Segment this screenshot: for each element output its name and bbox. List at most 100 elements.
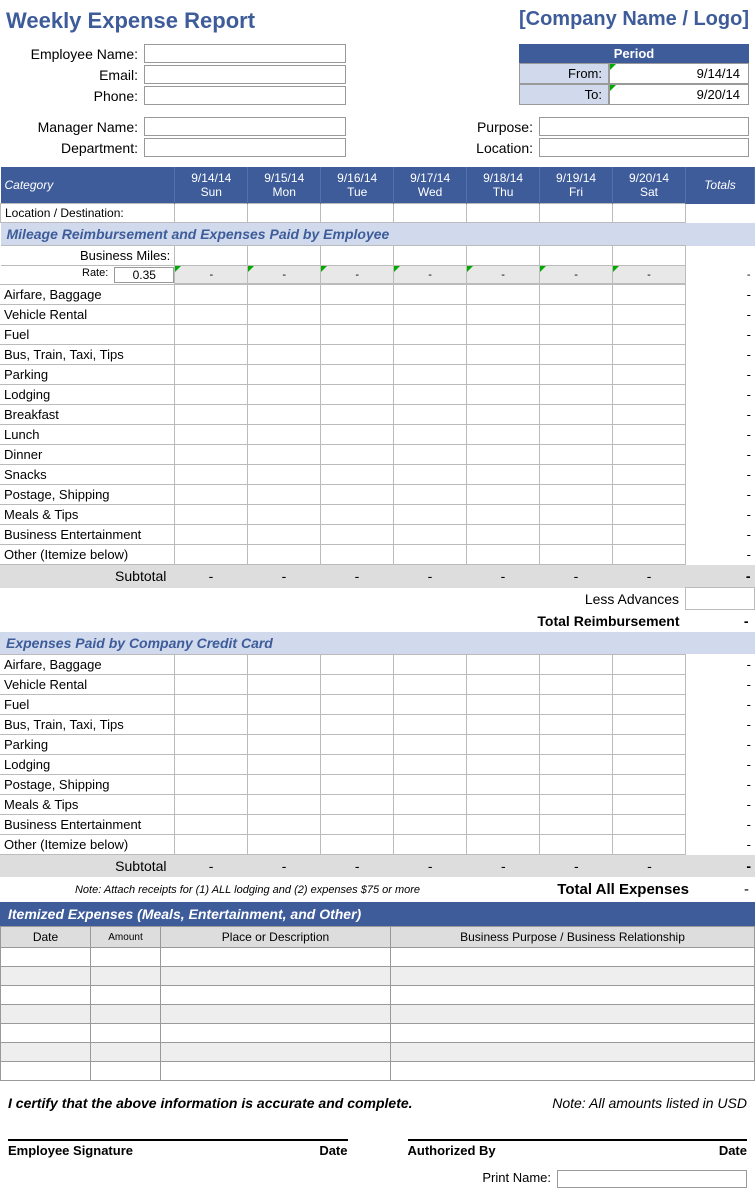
cell[interactable] — [613, 425, 686, 445]
cell[interactable] — [175, 325, 248, 345]
cell[interactable] — [175, 365, 248, 385]
cell[interactable] — [175, 445, 248, 465]
cell[interactable] — [248, 695, 321, 715]
cell[interactable] — [613, 345, 686, 365]
cell[interactable] — [175, 505, 248, 525]
cell[interactable] — [540, 525, 613, 545]
cell[interactable] — [540, 675, 613, 695]
cell[interactable] — [540, 795, 613, 815]
cell[interactable] — [613, 795, 686, 815]
cell[interactable] — [540, 485, 613, 505]
cell[interactable] — [321, 485, 394, 505]
cell[interactable] — [394, 204, 467, 223]
cell[interactable] — [394, 485, 467, 505]
cell[interactable] — [467, 675, 540, 695]
cell[interactable] — [613, 246, 686, 266]
cell[interactable] — [613, 325, 686, 345]
cell[interactable] — [540, 285, 613, 305]
cell[interactable] — [175, 465, 248, 485]
cell[interactable] — [613, 465, 686, 485]
cell[interactable] — [248, 204, 321, 223]
cell[interactable] — [321, 345, 394, 365]
cell[interactable] — [613, 365, 686, 385]
cell[interactable] — [394, 735, 467, 755]
cell[interactable] — [394, 345, 467, 365]
cell[interactable] — [540, 405, 613, 425]
cell[interactable] — [613, 755, 686, 775]
cell[interactable] — [321, 835, 394, 855]
phone-input[interactable] — [144, 86, 346, 105]
cell[interactable] — [248, 246, 321, 266]
cell[interactable] — [540, 385, 613, 405]
item-row[interactable] — [1, 1062, 755, 1081]
cell[interactable] — [394, 815, 467, 835]
cell[interactable] — [175, 246, 248, 266]
cell[interactable] — [467, 815, 540, 835]
cell[interactable] — [321, 204, 394, 223]
cell[interactable] — [394, 425, 467, 445]
cell[interactable] — [613, 204, 686, 223]
rate-value[interactable]: 0.35 — [114, 267, 174, 283]
cell[interactable] — [175, 735, 248, 755]
emp-name-input[interactable] — [144, 44, 346, 63]
cell[interactable] — [175, 425, 248, 445]
cell[interactable] — [321, 775, 394, 795]
cell[interactable] — [467, 655, 540, 675]
cell[interactable] — [394, 835, 467, 855]
cell[interactable] — [248, 525, 321, 545]
cell[interactable] — [175, 545, 248, 565]
cell[interactable] — [248, 505, 321, 525]
cell[interactable] — [467, 325, 540, 345]
cell[interactable] — [394, 715, 467, 735]
item-row[interactable] — [1, 986, 755, 1005]
cell[interactable] — [248, 325, 321, 345]
cell[interactable] — [321, 655, 394, 675]
cell[interactable] — [248, 655, 321, 675]
cell[interactable] — [321, 695, 394, 715]
cell[interactable] — [613, 385, 686, 405]
cell[interactable] — [467, 715, 540, 735]
cell[interactable] — [394, 246, 467, 266]
cell[interactable] — [467, 735, 540, 755]
cell[interactable] — [613, 735, 686, 755]
cell[interactable] — [613, 305, 686, 325]
item-row[interactable] — [1, 948, 755, 967]
cell[interactable] — [248, 545, 321, 565]
cell[interactable] — [394, 285, 467, 305]
cell[interactable] — [540, 715, 613, 735]
cell[interactable] — [467, 695, 540, 715]
cell[interactable] — [394, 655, 467, 675]
cell[interactable] — [540, 445, 613, 465]
cell[interactable] — [321, 755, 394, 775]
cell[interactable] — [248, 775, 321, 795]
cell[interactable] — [613, 405, 686, 425]
cell[interactable] — [540, 735, 613, 755]
item-row[interactable] — [1, 1005, 755, 1024]
cell[interactable] — [467, 405, 540, 425]
cell[interactable] — [321, 545, 394, 565]
cell[interactable] — [175, 755, 248, 775]
cell[interactable] — [248, 285, 321, 305]
cell[interactable] — [394, 365, 467, 385]
cell[interactable] — [467, 246, 540, 266]
item-row[interactable] — [1, 1024, 755, 1043]
cell[interactable] — [540, 365, 613, 385]
cell[interactable] — [613, 505, 686, 525]
cell[interactable] — [613, 485, 686, 505]
cell[interactable] — [321, 525, 394, 545]
cell[interactable] — [540, 545, 613, 565]
cell[interactable] — [540, 695, 613, 715]
cell[interactable] — [467, 835, 540, 855]
cell[interactable] — [467, 505, 540, 525]
item-row[interactable] — [1, 1043, 755, 1062]
cell[interactable] — [321, 325, 394, 345]
cell[interactable] — [175, 675, 248, 695]
cell[interactable] — [175, 385, 248, 405]
cell[interactable] — [248, 465, 321, 485]
cell[interactable] — [467, 425, 540, 445]
cell[interactable] — [467, 485, 540, 505]
cell[interactable] — [613, 695, 686, 715]
cell[interactable] — [613, 675, 686, 695]
cell[interactable] — [175, 775, 248, 795]
cell[interactable] — [248, 345, 321, 365]
